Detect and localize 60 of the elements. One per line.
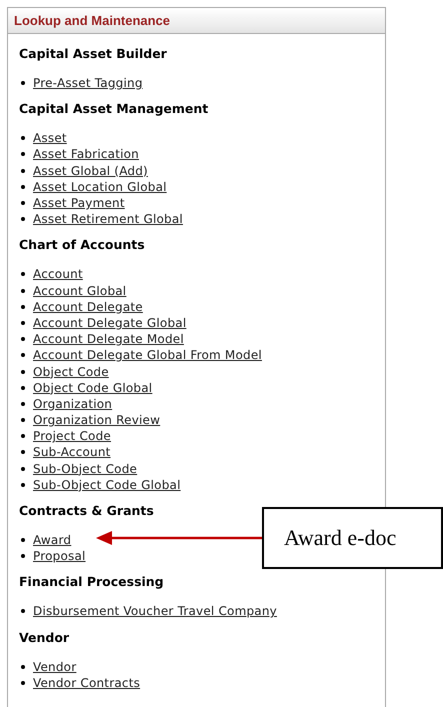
bullet-icon — [21, 337, 25, 342]
bullet-icon — [21, 320, 25, 325]
bullet-icon — [21, 152, 25, 156]
maintenance-link[interactable]: Object Code Global — [33, 380, 152, 395]
bullet-icon — [21, 136, 25, 140]
maintenance-link[interactable]: Organization — [33, 396, 112, 411]
bullet-icon — [21, 482, 25, 487]
bullet-icon — [21, 201, 25, 206]
bullet-icon — [21, 304, 25, 309]
section-heading: Capital Asset Builder — [19, 46, 168, 62]
maintenance-link[interactable]: Account Delegate — [33, 300, 143, 314]
bullet-icon — [21, 168, 25, 173]
maintenance-link[interactable]: Object Code — [33, 364, 109, 379]
bullet-icon — [21, 184, 25, 189]
bullet-icon — [21, 272, 25, 276]
maintenance-link[interactable]: Account Delegate Model — [33, 332, 184, 346]
maintenance-link[interactable]: Account — [33, 267, 83, 282]
maintenance-link[interactable]: Sub-Object Code — [33, 462, 138, 476]
bullet-icon — [21, 680, 25, 685]
bullet-icon — [21, 81, 25, 86]
panel-title: Lookup and Maintenance — [8, 8, 385, 34]
bullet-icon — [21, 217, 25, 222]
bullet-icon — [21, 609, 25, 614]
maintenance-link[interactable]: Disbursement Voucher Travel Company — [33, 604, 277, 618]
maintenance-link[interactable]: Asset Global (Add) — [33, 164, 148, 178]
section-heading: Vendor — [19, 630, 70, 646]
bullet-icon — [21, 434, 25, 438]
maintenance-link[interactable]: Account Delegate Global — [33, 316, 186, 330]
maintenance-link[interactable]: Asset Retirement Global — [33, 212, 183, 226]
maintenance-link[interactable]: Proposal — [33, 549, 86, 564]
bullet-icon — [21, 386, 25, 390]
maintenance-link[interactable]: Sub-Object Code Global — [33, 478, 181, 492]
maintenance-link[interactable]: Asset — [33, 131, 67, 146]
bullet-icon — [21, 288, 25, 293]
maintenance-link[interactable]: Asset Location Global — [33, 180, 167, 194]
bullet-icon — [21, 418, 25, 422]
bullet-icon — [21, 538, 25, 542]
bullet-icon — [21, 450, 25, 454]
bullet-icon — [21, 466, 25, 471]
bullet-icon — [21, 664, 25, 669]
maintenance-link[interactable]: Project Code — [33, 429, 111, 444]
maintenance-link[interactable]: Asset Fabrication — [33, 147, 139, 162]
section-heading: Chart of Accounts — [19, 237, 146, 254]
bullet-icon — [21, 353, 25, 358]
maintenance-link[interactable]: Asset Payment — [33, 196, 125, 210]
bullet-icon — [21, 402, 25, 406]
bullet-icon — [21, 554, 25, 558]
maintenance-link[interactable]: Organization Review — [33, 413, 160, 428]
callout-label: Award e-doc — [262, 507, 443, 569]
maintenance-link[interactable]: Account Delegate Global From Model — [33, 348, 262, 362]
maintenance-link[interactable]: Award — [33, 533, 72, 548]
section-heading: Contracts & Grants — [19, 502, 155, 519]
bullet-icon — [21, 370, 25, 374]
maintenance-link[interactable]: Sub-Account — [33, 445, 111, 460]
section-heading: Financial Processing — [19, 574, 165, 590]
maintenance-link[interactable]: Vendor Contracts — [33, 676, 140, 690]
section-heading: Capital Asset Management — [19, 101, 210, 118]
maintenance-link[interactable]: Account Global — [33, 284, 126, 298]
maintenance-link[interactable]: Pre-Asset Tagging — [33, 76, 143, 90]
maintenance-link[interactable]: Vendor — [33, 660, 76, 674]
